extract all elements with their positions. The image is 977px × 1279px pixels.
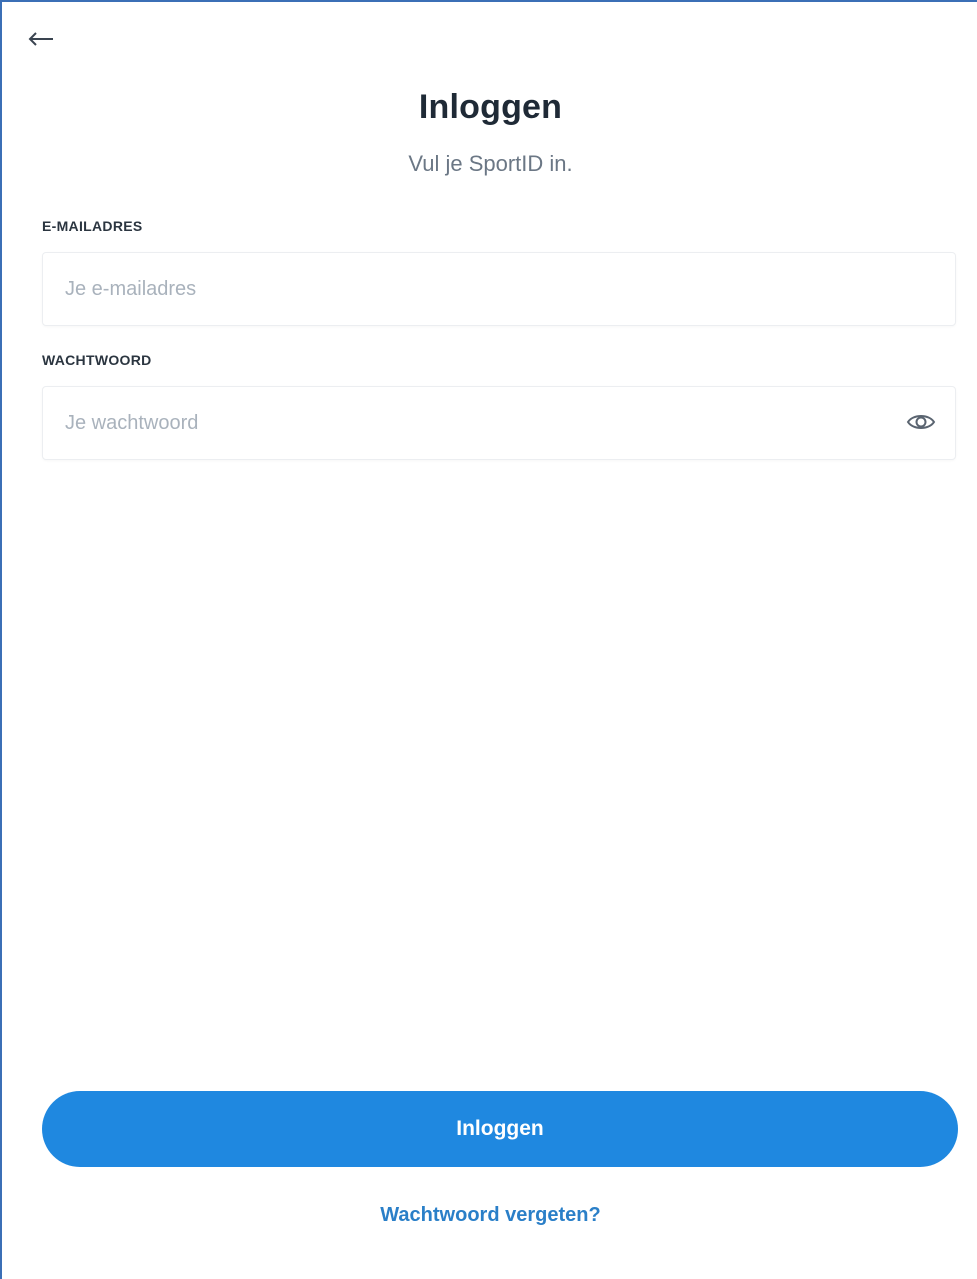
forgot-password-link[interactable]: Wachtwoord vergeten? xyxy=(2,1204,977,1227)
show-password-button[interactable] xyxy=(905,409,937,439)
password-label: WACHTWOORD xyxy=(42,352,152,368)
email-field-container xyxy=(42,252,956,326)
back-button[interactable] xyxy=(24,26,58,56)
page-title: Inloggen xyxy=(418,88,563,126)
eye-icon xyxy=(906,412,936,437)
arrow-left-icon xyxy=(27,31,55,52)
page-subtitle: Vul je SportID in. xyxy=(408,151,573,176)
password-field[interactable] xyxy=(43,387,955,459)
email-field[interactable] xyxy=(43,253,955,325)
password-field-container xyxy=(42,386,956,460)
login-screen: Inloggen Vul je SportID in. E-MAILADRES … xyxy=(0,0,977,1279)
login-button[interactable]: Inloggen xyxy=(42,1091,958,1167)
email-label: E-MAILADRES xyxy=(42,218,143,234)
